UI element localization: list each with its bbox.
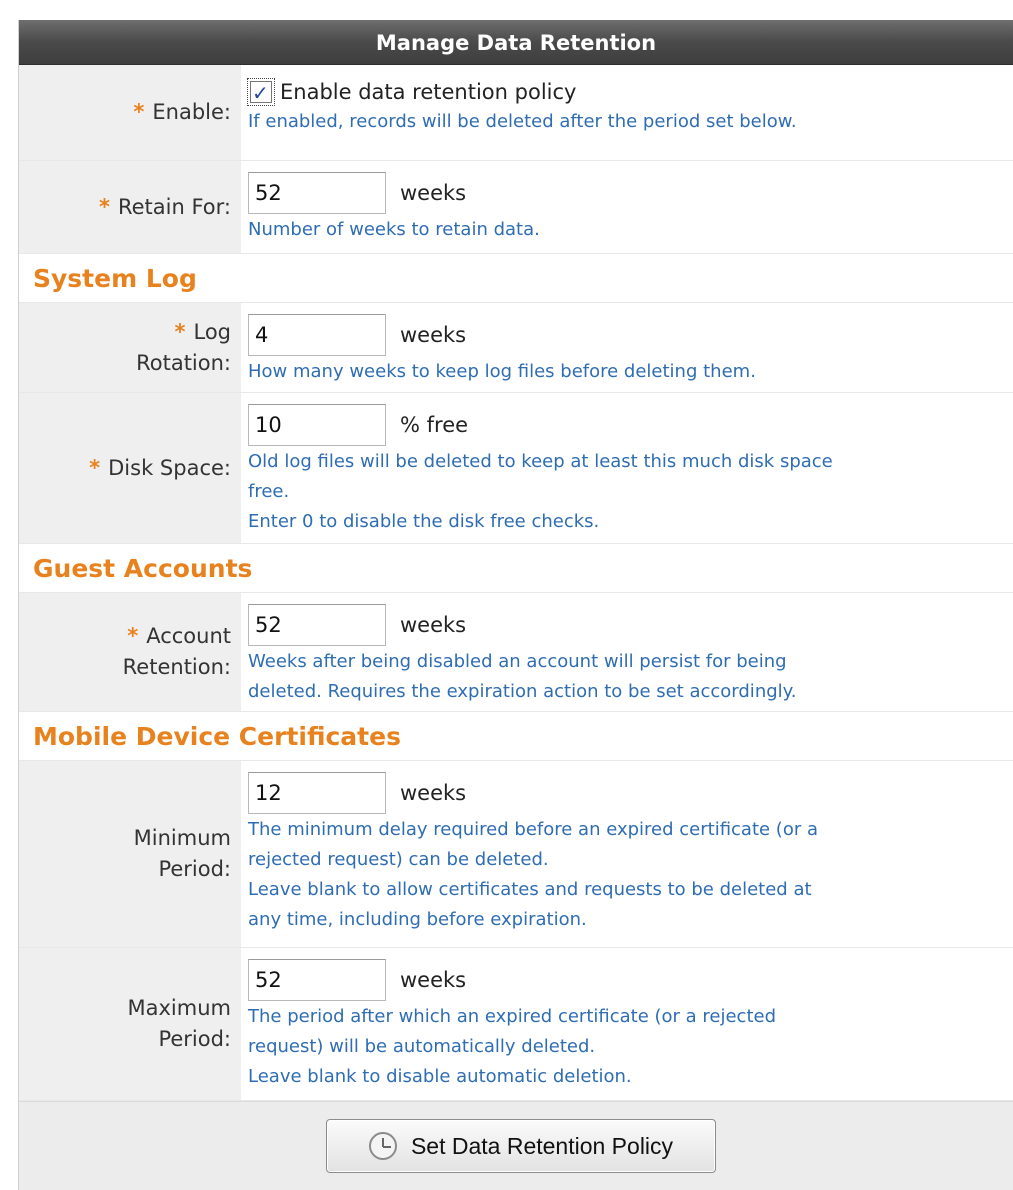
maximum-period-input[interactable] xyxy=(248,959,386,1001)
retain-for-label: * Retain For: xyxy=(19,161,241,253)
disk-space-unit: % free xyxy=(400,413,469,437)
maximum-period-help: The period after which an expired certif… xyxy=(248,1006,777,1087)
data-retention-panel: Manage Data Retention * Enable: ✓ Enable… xyxy=(18,20,1013,1190)
log-rotation-label: * Log Rotation: xyxy=(19,303,241,392)
maximum-period-label: Maximum Period: xyxy=(19,948,241,1100)
enable-checkbox-row[interactable]: ✓ Enable data retention policy xyxy=(247,77,1013,107)
set-data-retention-policy-label: Set Data Retention Policy xyxy=(410,1132,674,1159)
retain-for-unit: weeks xyxy=(400,181,467,205)
enable-label: * Enable: xyxy=(19,65,241,160)
account-retention-help: Weeks after being disabled an account wi… xyxy=(248,651,797,702)
minimum-period-unit: weeks xyxy=(400,781,467,805)
clock-icon xyxy=(368,1132,397,1160)
minimum-period-help: The minimum delay required before an exp… xyxy=(248,819,818,930)
account-retention-unit: weeks xyxy=(400,613,467,637)
disk-space-help: Old log files will be deleted to keep at… xyxy=(248,451,833,532)
disk-space-input[interactable] xyxy=(248,404,386,446)
maximum-period-row: Maximum Period: weeks The period after w… xyxy=(19,948,1013,1101)
enable-checkbox-label[interactable]: Enable data retention policy xyxy=(280,77,576,107)
section-system-log: System Log xyxy=(19,254,1013,303)
required-marker: * xyxy=(133,100,145,124)
log-rotation-help: How many weeks to keep log files before … xyxy=(248,361,756,382)
form-footer: Set Data Retention Policy xyxy=(19,1101,1013,1190)
account-retention-input[interactable] xyxy=(248,604,386,646)
log-rotation-unit: weeks xyxy=(400,323,467,347)
account-retention-label: * Account Retention: xyxy=(19,593,241,711)
minimum-period-row: Minimum Period: weeks The minimum delay … xyxy=(19,761,1013,948)
account-retention-row: *Account Retention: weeks Weeks after be… xyxy=(19,593,1013,712)
enable-row: * Enable: ✓ Enable data retention policy… xyxy=(19,65,1013,161)
minimum-period-input[interactable] xyxy=(248,772,386,814)
log-rotation-input[interactable] xyxy=(248,314,386,356)
section-mobile-device-certificates: Mobile Device Certificates xyxy=(19,712,1013,761)
required-marker: * xyxy=(174,319,186,344)
panel-title: Manage Data Retention xyxy=(19,20,1013,65)
enable-checkbox[interactable]: ✓ xyxy=(247,78,275,106)
log-rotation-row: *Log Rotation: weeks How many weeks to k… xyxy=(19,303,1013,393)
retain-for-row: * Retain For: weeks Number of weeks to r… xyxy=(19,161,1013,254)
required-marker: * xyxy=(99,194,110,219)
minimum-period-label: Minimum Period: xyxy=(19,761,241,947)
section-guest-accounts: Guest Accounts xyxy=(19,544,1013,593)
retain-for-input[interactable] xyxy=(248,172,386,214)
checkmark-icon: ✓ xyxy=(252,81,269,105)
disk-space-label: * Disk Space: xyxy=(19,393,241,543)
required-marker: * xyxy=(89,455,101,480)
retain-for-help: Number of weeks to retain data. xyxy=(248,219,540,240)
maximum-period-unit: weeks xyxy=(400,968,467,992)
required-marker: * xyxy=(127,624,139,648)
disk-space-row: * Disk Space: % free Old log files will … xyxy=(19,393,1013,544)
enable-help: If enabled, records will be deleted afte… xyxy=(248,111,797,132)
